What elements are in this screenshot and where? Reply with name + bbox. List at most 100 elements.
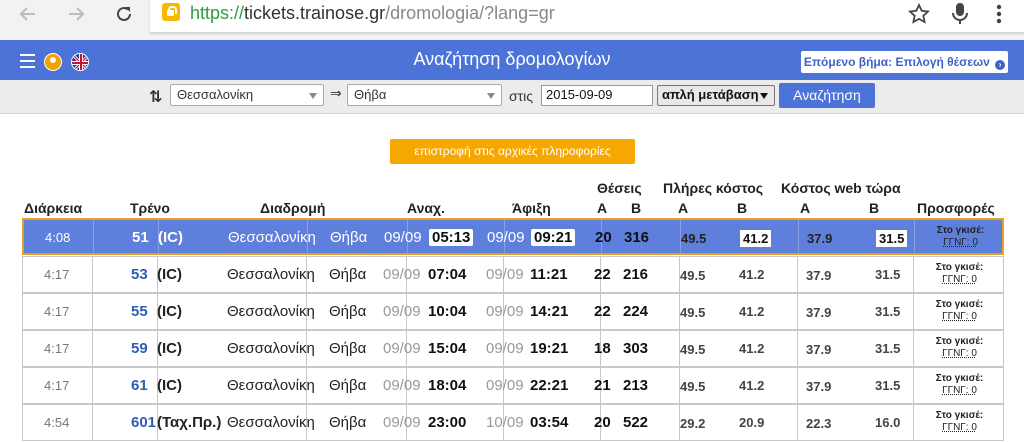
- offer-label: Στο γκισέ:: [935, 299, 984, 310]
- address-bar[interactable]: https://tickets.trainose.gr/dromologia/?…: [150, 0, 1024, 33]
- route-to: Θήβα: [329, 340, 367, 357]
- web-price-b: 31.5: [875, 304, 901, 319]
- table-cell-divider: [93, 368, 158, 403]
- table-row[interactable]: 4:08 51 (IC) Θεσσαλονίκη Θήβα 09/09 05:13 09/09…: [22, 218, 1004, 255]
- microphone-icon[interactable]: [951, 2, 969, 30]
- table-row[interactable]: 4:17 61 (IC) Θεσσαλονίκη Θήβα 09/09 18:04 09/09…: [22, 367, 1004, 404]
- departure-time: 07:04: [428, 266, 467, 283]
- offers-cell[interactable]: Στο γκισέ: ΓΓΝΓ: 0: [914, 373, 1005, 397]
- direction-arrow-icon: ⇒: [330, 86, 342, 102]
- full-price-b: 41.2: [739, 304, 765, 319]
- offers-cell[interactable]: Στο γκισέ: ΓΓΝΓ: 0: [914, 262, 1005, 286]
- web-price-b: 31.5: [875, 267, 901, 282]
- header-route: Διαδρομή: [260, 200, 326, 216]
- star-icon[interactable]: [907, 2, 931, 29]
- header-train: Τρένο: [130, 200, 170, 216]
- arrival-date: 09/09: [486, 266, 524, 283]
- search-button[interactable]: Αναζήτηση: [779, 83, 875, 108]
- seats-class-a: 18: [594, 340, 611, 357]
- arrival-date: 09/09: [486, 303, 524, 320]
- route-from: Θεσσαλονίκη: [227, 377, 315, 394]
- table-row[interactable]: 4:17 53 (IC) Θεσσαλονίκη Θήβα 09/09 07:04 09/09…: [22, 256, 1004, 293]
- web-price-a: 37.9: [806, 305, 832, 320]
- offers-cell[interactable]: Στο γκισέ: ΓΓΝΓ: 0: [914, 336, 1005, 360]
- offer-label: Στο γκισέ:: [935, 262, 984, 273]
- full-price-a: 49.5: [680, 268, 706, 283]
- duration-cell: 4:17: [44, 304, 70, 319]
- seats-class-b: 224: [623, 303, 649, 320]
- train-type: (IC): [158, 229, 183, 246]
- departure-time: 18:04: [428, 377, 467, 394]
- route-to: Θήβα: [329, 377, 367, 394]
- train-number: 61: [131, 377, 148, 394]
- seats-class-a: 20: [595, 229, 612, 246]
- train-type: (IC): [157, 266, 182, 283]
- menu-kebab-icon[interactable]: [996, 4, 1002, 28]
- lock-icon: [162, 3, 180, 21]
- from-station-select[interactable]: Θεσσαλονίκη: [170, 84, 324, 106]
- seats-class-a: 21: [594, 377, 611, 394]
- train-number: 51: [132, 229, 149, 246]
- swap-icon[interactable]: ⇅: [149, 87, 162, 106]
- arrival-time: 09:21: [531, 229, 576, 246]
- header-full-b: Β: [737, 200, 748, 216]
- arrival-date: 09/09: [486, 377, 524, 394]
- route-to: Θήβα: [330, 229, 368, 246]
- full-price-a: 49.5: [680, 379, 706, 394]
- departure-date: 09/09: [384, 229, 422, 246]
- chevron-down-icon: [487, 93, 495, 99]
- seats-class-b: 316: [624, 229, 650, 246]
- arrival-time: 11:21: [530, 266, 568, 283]
- departure-date: 09/09: [383, 303, 421, 320]
- back-to-info-button[interactable]: επιστροφή στις αρχικές πληροφορίες: [390, 139, 635, 164]
- offers-cell[interactable]: Στο γκισέ: ΓΓΝΓ: 0: [915, 225, 1006, 249]
- offer-value: ΓΓΝΓ: 0: [943, 237, 978, 248]
- train-type: (IC): [157, 377, 182, 394]
- date-input[interactable]: 2015-09-09: [541, 85, 653, 106]
- route-from: Θεσσαλονίκη: [227, 266, 315, 283]
- forward-arrow-icon[interactable]: [60, 0, 92, 28]
- seats-class-b: 213: [623, 377, 649, 394]
- offers-cell[interactable]: Στο γκισέ: ΓΓΝΓ: 0: [914, 299, 1005, 323]
- offer-label: Στο γκισέ:: [935, 373, 984, 384]
- date-label: στις: [509, 88, 534, 104]
- url-text: https://tickets.trainose.gr/dromologia/?…: [190, 3, 555, 23]
- chevron-down-icon: [309, 93, 317, 99]
- to-station-select[interactable]: Θήβα: [347, 84, 502, 106]
- full-price-b: 41.2: [739, 378, 765, 393]
- full-price-b: 41.2: [739, 267, 765, 282]
- full-price-b: 41.2: [740, 230, 772, 247]
- header-seats: Θέσεις: [597, 180, 642, 196]
- next-step-button[interactable]: Επόμενο βήμα: Επιλογή θέσεων ›: [801, 51, 1008, 73]
- web-price-b: 16.0: [875, 415, 901, 430]
- table-row[interactable]: 4:54 601 (Ταχ.Πρ.) Θεσσαλονίκη Θήβα 09/09 23:0…: [22, 404, 1004, 441]
- web-price-b: 31.5: [876, 230, 908, 247]
- table-cell-divider: [93, 257, 158, 292]
- train-type: (IC): [157, 303, 182, 320]
- train-type: (Ταχ.Πρ.): [157, 414, 222, 431]
- seats-class-b: 522: [623, 414, 649, 431]
- seats-class-a: 20: [594, 414, 611, 431]
- full-price-a: 49.5: [681, 231, 707, 246]
- chevron-right-icon: ›: [995, 60, 1006, 70]
- train-number: 601: [131, 414, 157, 431]
- offer-value: ΓΓΝΓ: 0: [942, 311, 977, 322]
- header-web-a: Α: [800, 200, 811, 216]
- route-from: Θεσσαλονίκη: [227, 414, 315, 431]
- full-price-a: 49.5: [680, 342, 706, 357]
- offers-cell[interactable]: Στο γκισέ: ΓΓΝΓ: 0: [914, 410, 1005, 434]
- reload-icon[interactable]: [108, 0, 140, 28]
- trip-type-select[interactable]: απλή μετάβαση: [657, 85, 775, 106]
- offer-label: Στο γκισέ:: [936, 225, 985, 236]
- back-arrow-icon[interactable]: [12, 0, 44, 28]
- header-full-cost: Πλήρες κόστος: [663, 180, 764, 196]
- route-to: Θήβα: [329, 303, 367, 320]
- arrival-date: 09/09: [487, 229, 525, 246]
- offer-value: ΓΓΝΓ: 0: [942, 348, 977, 359]
- seats-class-a: 22: [594, 303, 611, 320]
- table-row[interactable]: 4:17 55 (IC) Θεσσαλονίκη Θήβα 09/09 10:04 09/09…: [22, 293, 1004, 330]
- duration-cell: 4:17: [44, 267, 70, 282]
- train-number: 59: [131, 340, 148, 357]
- table-row[interactable]: 4:17 59 (IC) Θεσσαλονίκη Θήβα 09/09 15:04 09/09…: [22, 330, 1004, 367]
- chevron-down-icon: [760, 93, 768, 99]
